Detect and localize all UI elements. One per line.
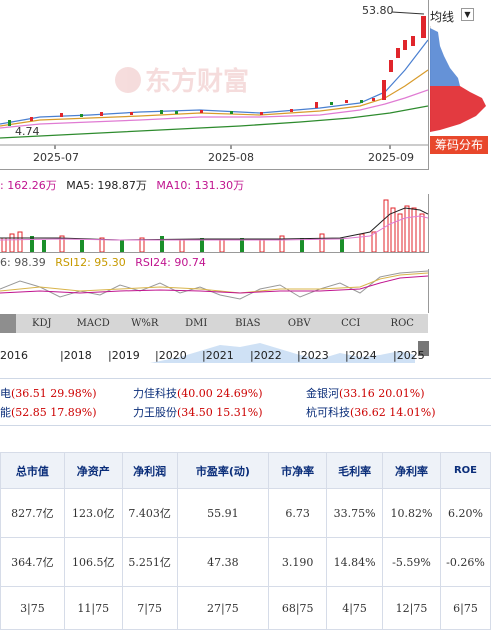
table-cell: 123.0亿 [63, 488, 123, 538]
tab-obv[interactable]: OBV [274, 318, 326, 329]
column-header[interactable]: 市净率 [268, 452, 328, 489]
chevron-down-icon[interactable]: ▼ [461, 8, 474, 21]
rsi-svg [0, 270, 429, 300]
chip-distribution-chart [430, 26, 486, 132]
table-cell: 3|75 [0, 586, 65, 630]
table-cell: 68|75 [268, 586, 328, 630]
table-cell: 27|75 [176, 586, 270, 630]
low-price-label: 4.74 [15, 125, 40, 138]
volume-ma10: MA10: 131.30万 [156, 179, 245, 192]
column-header[interactable]: 毛利率 [326, 452, 384, 489]
tab-rsi-active[interactable] [0, 314, 16, 333]
table-cell: 10.82% [382, 488, 441, 538]
table-cell: 7|75 [121, 586, 178, 630]
year-label: |2019 [108, 349, 140, 362]
column-header[interactable]: 净资产 [63, 452, 123, 489]
tab-bias[interactable]: BIAS [222, 318, 274, 329]
tab-dmi[interactable]: DMI [171, 318, 223, 329]
tab-roc[interactable]: ROC [377, 318, 429, 329]
table-cell: 12|75 [382, 586, 441, 630]
table-cell: 7.403亿 [121, 488, 178, 538]
tab-kdj[interactable]: KDJ [16, 318, 68, 329]
table-cell: 11|75 [63, 586, 123, 630]
indicator-tabs: KDJ MACD W%R DMI BIAS OBV CCI ROC [0, 314, 428, 333]
volume-chart[interactable] [0, 194, 429, 253]
table-row: 3|75 11|75 7|75 27|75 68|75 4|75 12|75 6… [0, 586, 491, 630]
volume-value: : 162.26万 [0, 179, 57, 192]
ma-dropdown-label[interactable]: 均线 [430, 8, 454, 25]
rsi-chart[interactable] [0, 269, 429, 313]
year-label: |2023 [297, 349, 329, 362]
date-label-aug: 2025-08 [208, 151, 254, 164]
year-label: |2024 [345, 349, 377, 362]
rsi-legend: 6: 98.39 RSI12: 95.30 RSI24: 90.74 [0, 253, 428, 269]
table-cell: 6.73 [268, 488, 328, 538]
table-row: 364.7亿 106.5亿 5.251亿 47.38 3.190 14.84% … [0, 537, 491, 587]
table-cell: 47.38 [176, 537, 270, 587]
table-header-row: 总市值 净资产 净利润 市盈率(动) 市净率 毛利率 净利率 ROE [0, 452, 491, 489]
table-cell: -0.26% [439, 537, 491, 587]
table-cell: 55.91 [176, 488, 270, 538]
kline-svg: 东方财富 53.80 4.74 2025-07 2025-08 2025-09 [0, 4, 429, 164]
rsi12-value: RSI12: 95.30 [55, 256, 126, 269]
watermark-logo: 东方财富 [115, 66, 249, 97]
table-cell: 827.7亿 [0, 488, 65, 538]
tab-wr[interactable]: W%R [119, 318, 171, 329]
related-stocks: 电(36.51 29.98%) 力佳科技(40.00 24.69%) 金银河(3… [0, 378, 491, 426]
rsi24-value: RSI24: 90.74 [135, 256, 206, 269]
financial-stats-table: 总市值 净资产 净利润 市盈率(动) 市净率 毛利率 净利率 ROE 827.7… [0, 452, 491, 630]
price-pointer [391, 11, 425, 15]
high-price-label: 53.80 [362, 4, 394, 17]
table-cell: -5.59% [382, 537, 441, 587]
year-label: |2018 [60, 349, 92, 362]
volume-ma5: MA5: 198.87万 [66, 179, 147, 192]
table-cell: 6|75 [439, 586, 491, 630]
tab-cci[interactable]: CCI [325, 318, 377, 329]
table-cell: 364.7亿 [0, 537, 65, 587]
date-label-sep: 2025-09 [368, 151, 414, 164]
related-stock[interactable]: 杭可科技(36.62 14.01%) [306, 404, 436, 420]
volume-legend: : 162.26万 MA5: 198.87万 MA10: 131.30万 [0, 172, 428, 194]
rsi6-value: 6: 98.39 [0, 256, 46, 269]
column-header[interactable]: 总市值 [0, 452, 65, 489]
table-cell: 5.251亿 [121, 537, 178, 587]
svg-text:东方财富: 东方财富 [145, 66, 249, 97]
chip-distribution-button[interactable]: 筹码分布 [430, 136, 488, 154]
volume-bars [1, 199, 425, 253]
related-stock[interactable]: 能(52.85 17.89%) [0, 404, 97, 420]
year-label: |2020 [155, 349, 187, 362]
chip-panel: 均线 ▼ 筹码分布 [428, 0, 491, 169]
year-label: |2021 [202, 349, 234, 362]
table-cell: 3.190 [268, 537, 328, 587]
year-label: 2016 [0, 349, 28, 362]
column-header[interactable]: 净利率 [382, 452, 441, 489]
column-header[interactable]: 市盈率(动) [176, 452, 270, 489]
kline-chart[interactable]: 东方财富 53.80 4.74 2025-07 2025-08 2025-09 [0, 0, 429, 170]
related-stock[interactable]: 金银河(33.16 20.01%) [306, 385, 425, 401]
tab-macd[interactable]: MACD [68, 318, 120, 329]
related-stock[interactable]: 力王股份(34.50 15.31%) [133, 404, 263, 420]
table-cell: 6.20% [439, 488, 491, 538]
volume-svg [0, 199, 429, 253]
table-cell: 14.84% [326, 537, 384, 587]
related-stock[interactable]: 电(36.51 29.98%) [0, 385, 97, 401]
table-row: 827.7亿 123.0亿 7.403亿 55.91 6.73 33.75% 1… [0, 488, 491, 538]
column-header[interactable]: 净利润 [121, 452, 178, 489]
timeline-navigator[interactable]: 2016 |2018 |2019 |2020 |2021 |2022 |2023… [0, 335, 430, 363]
year-label: |2022 [250, 349, 282, 362]
table-cell: 33.75% [326, 488, 384, 538]
year-label: |2025 [393, 349, 425, 362]
column-header[interactable]: ROE [439, 452, 491, 489]
table-cell: 106.5亿 [63, 537, 123, 587]
date-label-jul: 2025-07 [33, 151, 79, 164]
table-cell: 4|75 [326, 586, 384, 630]
related-stock[interactable]: 力佳科技(40.00 24.69%) [133, 385, 263, 401]
